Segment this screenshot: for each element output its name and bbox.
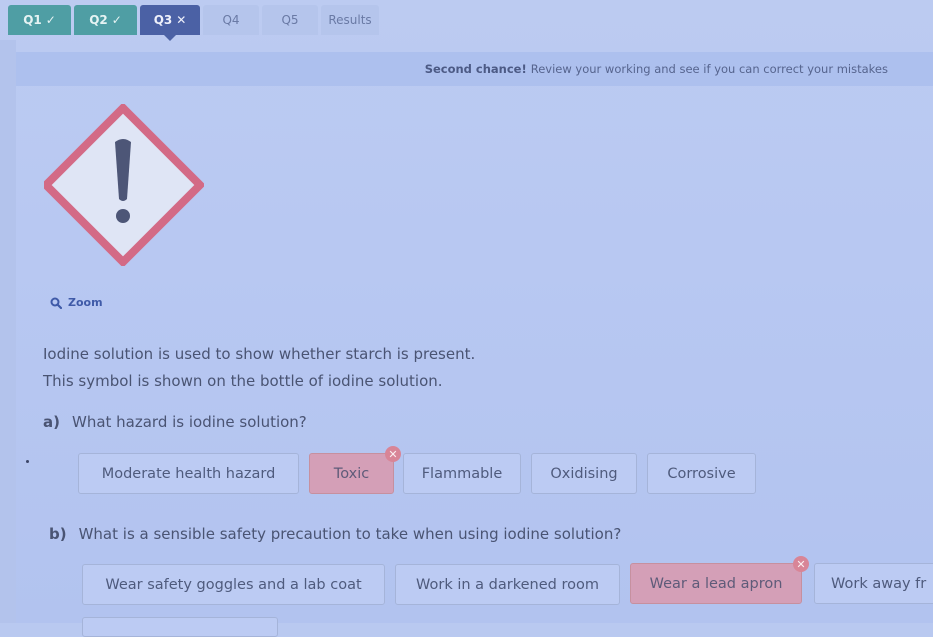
magnifier-icon [50,297,62,309]
question-text: What hazard is iodine solution? [71,413,307,431]
option-moderate-health-hazard[interactable]: Moderate health hazard [78,453,299,494]
question-tabs: Q1 ✓ Q2 ✓ Q3 ✕ Q4 Q5 Results [8,5,379,41]
banner-text: Review your working and see if you can c… [530,62,888,76]
option-work-darkened-room[interactable]: Work in a darkened room [395,564,620,605]
option-work-away[interactable]: Work away fr [814,563,933,604]
question-letter: a) [43,413,60,431]
intro-line-2: This symbol is shown on the bottle of io… [43,372,443,390]
tab-q1[interactable]: Q1 ✓ [8,5,71,35]
option-label: Wear safety goggles and a lab coat [105,576,362,593]
option-wear-safety-goggles[interactable]: Wear safety goggles and a lab coat [82,564,385,605]
option-wear-lead-apron[interactable]: Wear a lead apron ✕ [630,556,809,604]
question-text: What is a sensible safety precaution to … [78,525,622,543]
option-toxic[interactable]: Toxic ✕ [309,446,401,494]
check-icon: ✓ [45,13,56,27]
option-next-row-partial[interactable] [82,617,278,637]
intro-line-1: Iodine solution is used to show whether … [43,345,476,363]
tab-label: Results [328,13,372,27]
cross-icon: ✕ [176,13,187,27]
option-label: Toxic [333,465,370,482]
option-label: Oxidising [550,465,618,482]
stray-dot [26,460,29,463]
option-label: Wear a lead apron [649,575,783,592]
tab-q5[interactable]: Q5 [262,5,318,35]
option-label: Corrosive [667,465,736,482]
tab-q2[interactable]: Q2 ✓ [74,5,137,35]
wrong-answer-icon: ✕ [793,556,809,572]
tab-results[interactable]: Results [321,5,379,35]
hazard-symbol [40,102,206,268]
tab-label: Q2 [89,13,108,27]
tab-label: Q5 [281,13,299,27]
check-icon: ✓ [111,13,122,27]
zoom-button[interactable]: Zoom [50,296,103,309]
question-b: b) What is a sensible safety precaution t… [49,525,621,543]
option-label: Work away fr [831,575,927,592]
zoom-label: Zoom [68,296,103,309]
left-edge [0,40,16,623]
option-label: Flammable [421,465,503,482]
option-flammable[interactable]: Flammable [403,453,521,494]
banner-bold: Second chance! [424,62,527,76]
question-letter: b) [49,525,67,543]
option-label: Work in a darkened room [416,576,599,593]
tab-q3[interactable]: Q3 ✕ [140,5,200,41]
tab-label: Q3 [153,13,173,27]
option-oxidising[interactable]: Oxidising [531,453,637,494]
option-label: Moderate health hazard [101,465,276,482]
tab-label: Q4 [222,13,240,27]
tab-q4[interactable]: Q4 [203,5,259,35]
tab-label: Q1 [23,13,42,27]
option-corrosive[interactable]: Corrosive [647,453,756,494]
wrong-answer-icon: ✕ [385,446,401,462]
second-chance-banner: Second chance! Review your working and s… [16,52,933,86]
question-a: a) What hazard is iodine solution? [43,413,307,431]
exclamation-mark-hazard-icon [40,102,206,268]
